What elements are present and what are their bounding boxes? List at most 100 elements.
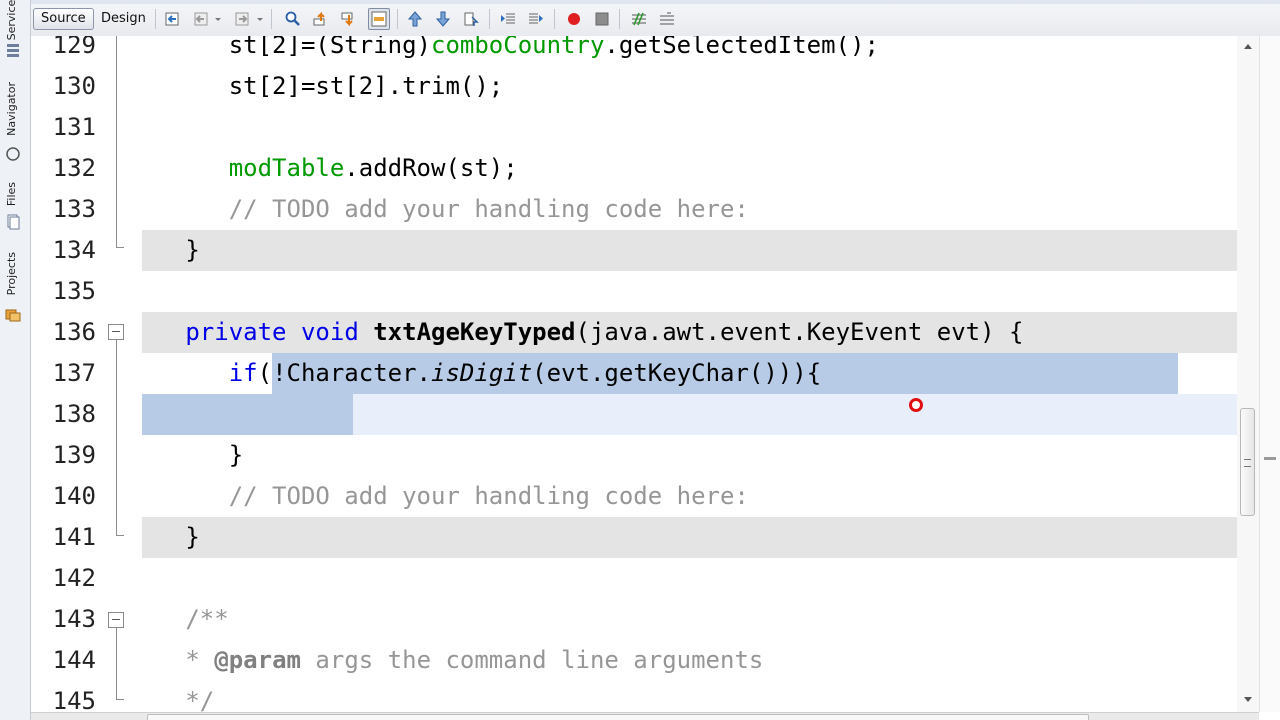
comment-token: /** <box>185 605 229 633</box>
code-text[interactable]: private void txtAgeKeyTyped(java.awt.eve… <box>142 312 1237 353</box>
code-line: 140 // TODO add your handling code here: <box>31 476 1237 517</box>
toolbar-separator <box>554 9 555 29</box>
code-text[interactable]: st[2]=st[2].trim(); <box>142 66 1237 107</box>
tab-projects[interactable]: Projects <box>2 250 26 330</box>
previous-bookmark-icon[interactable] <box>407 11 423 27</box>
stop-macro-icon[interactable] <box>594 11 610 27</box>
code-line: 139 } <box>31 435 1237 476</box>
scrollbar-grip <box>1244 459 1251 467</box>
code-text[interactable]: // TODO add your handling code here: <box>142 476 1237 517</box>
shift-right-icon[interactable] <box>528 11 544 27</box>
forward-icon[interactable] <box>234 11 250 27</box>
tab-services[interactable]: Services <box>2 0 26 70</box>
line-number: 134 <box>52 236 96 264</box>
line-number: 131 <box>52 113 96 141</box>
toggle-highlight-icon[interactable] <box>368 8 390 30</box>
code-line: 143 /** <box>31 599 1237 640</box>
code-line: 134 } <box>31 230 1237 271</box>
code-token: (evt.getKeyChar())){ <box>532 359 822 387</box>
current-line[interactable] <box>142 394 1237 435</box>
back-dropdown-icon[interactable] <box>214 11 222 27</box>
field-token: comboCountry <box>431 36 605 59</box>
code-text[interactable]: * @param args the command line arguments <box>142 640 1237 681</box>
code-token: ( <box>257 359 273 387</box>
scrollbar-thumb[interactable] <box>1240 408 1255 516</box>
source-tab-button[interactable]: Source <box>33 8 94 30</box>
start-macro-icon[interactable] <box>566 11 582 27</box>
find-next-icon[interactable] <box>341 11 357 27</box>
last-edit-icon[interactable] <box>165 11 181 27</box>
line-number: 140 <box>52 482 96 510</box>
comment-icon[interactable] <box>631 11 647 27</box>
fold-collapse-icon[interactable] <box>108 324 124 340</box>
forward-dropdown-icon[interactable] <box>256 11 264 27</box>
code-token: .addRow(st); <box>344 154 518 182</box>
scroll-up-icon[interactable] <box>1244 44 1252 49</box>
design-tab-button[interactable]: Design <box>93 8 154 30</box>
fold-end-marker <box>116 692 124 700</box>
code-text[interactable] <box>142 107 1237 148</box>
line-number: 129 <box>52 36 96 59</box>
code-text[interactable]: */ <box>142 681 1237 712</box>
fold-collapse-icon[interactable] <box>108 612 124 628</box>
back-icon[interactable] <box>193 11 209 27</box>
find-previous-icon[interactable] <box>313 11 329 27</box>
toggle-bookmark-icon[interactable] <box>463 11 479 27</box>
tab-files[interactable]: Files <box>2 180 26 240</box>
shift-left-icon[interactable] <box>500 11 516 27</box>
code-text[interactable]: } <box>142 435 1237 476</box>
tab-navigator[interactable]: Navigator <box>2 80 26 170</box>
fold-guide <box>116 36 117 240</box>
navigator-icon <box>5 146 21 161</box>
code-line: 129 st[2]=(String)comboCountry.getSelect… <box>31 36 1237 66</box>
toolbar-separator <box>619 9 620 29</box>
error-stripe[interactable] <box>1259 36 1280 712</box>
scrollbar-thumb[interactable] <box>147 714 1089 720</box>
selected-text[interactable]: !Character.isDigit(evt.getKeyChar())){ <box>272 353 1179 394</box>
code-text[interactable]: st[2]=(String)comboCountry.getSelectedIt… <box>142 36 1237 66</box>
ide-window: Services Navigator Files Projects Source… <box>0 0 1280 720</box>
code-line: 138 <box>31 394 1237 435</box>
code-line: 132 modTable.addRow(st); <box>31 148 1237 189</box>
horizontal-scrollbar[interactable] <box>31 712 1259 720</box>
code-line: 142 <box>31 558 1237 599</box>
line-number: 136 <box>52 318 96 346</box>
code-text[interactable]: modTable.addRow(st); <box>142 148 1237 189</box>
code-line: 130 st[2]=st[2].trim(); <box>31 66 1237 107</box>
side-panel: Services Navigator Files Projects <box>0 0 31 720</box>
line-number: 135 <box>52 277 96 305</box>
error-stripe-mark[interactable] <box>1264 457 1276 460</box>
method-name-token: txtAgeKeyTyped <box>373 318 576 346</box>
vertical-scrollbar[interactable] <box>1237 36 1259 712</box>
code-text[interactable]: } <box>142 230 1237 271</box>
fold-guide <box>116 628 117 692</box>
code-text[interactable]: } <box>142 517 1237 558</box>
next-bookmark-icon[interactable] <box>435 11 451 27</box>
line-number: 141 <box>52 523 96 551</box>
code-text[interactable]: // TODO add your handling code here: <box>142 189 1237 230</box>
code-line: 131 <box>31 107 1237 148</box>
line-number: 137 <box>52 359 96 387</box>
files-icon <box>5 214 21 230</box>
code-text[interactable]: /** <box>142 599 1237 640</box>
comment-token: // TODO add your handling code here: <box>228 195 749 223</box>
line-number: 130 <box>52 72 96 100</box>
code-token: .getSelectedItem(); <box>604 36 879 59</box>
keyword-token: void <box>300 318 359 346</box>
comment-token: */ <box>185 687 215 712</box>
uncomment-icon[interactable] <box>659 11 675 27</box>
code-text[interactable] <box>142 558 1237 599</box>
code-editor[interactable]: 129 st[2]=(String)comboCountry.getSelect… <box>31 36 1237 712</box>
code-token: (java.awt.event.KeyEvent evt) { <box>575 318 1024 346</box>
code-text[interactable]: if(!Character.isDigit(evt.getKeyChar()))… <box>142 353 1237 394</box>
selected-text[interactable] <box>142 394 353 435</box>
code-line: 136 private void txtAgeKeyTyped(java.awt… <box>31 312 1237 353</box>
find-selection-icon[interactable] <box>285 11 301 27</box>
line-number: 138 <box>52 400 96 428</box>
scroll-down-icon[interactable] <box>1244 697 1252 702</box>
toolbar-top-strip <box>31 0 1280 4</box>
line-number: 132 <box>52 154 96 182</box>
code-text[interactable] <box>142 271 1237 312</box>
services-icon <box>5 42 21 57</box>
